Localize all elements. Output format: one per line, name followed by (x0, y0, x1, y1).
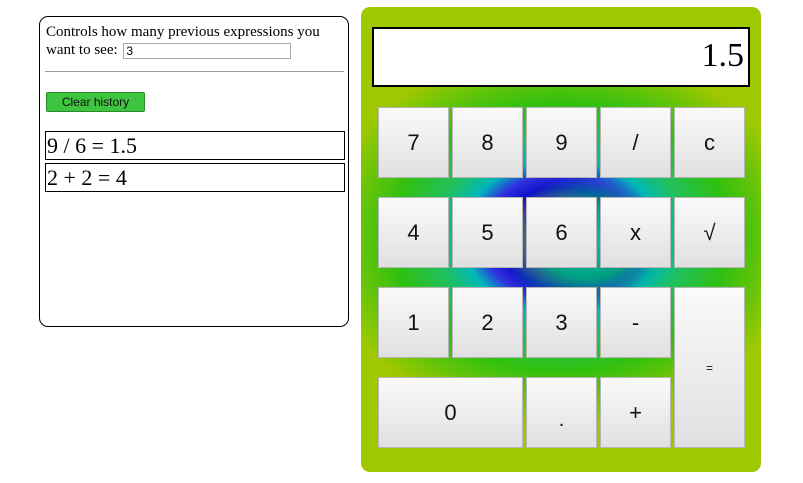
key-0[interactable]: 0 (378, 377, 523, 448)
subtract-key[interactable]: - (600, 287, 671, 358)
key-7[interactable]: 7 (378, 107, 449, 178)
key-1[interactable]: 1 (378, 287, 449, 358)
key-6[interactable]: 6 (526, 197, 597, 268)
divider (45, 71, 344, 72)
equals-key[interactable]: = (674, 287, 745, 448)
key-2[interactable]: 2 (452, 287, 523, 358)
calculator-display: 1.5 (372, 27, 750, 87)
history-list: 9 / 6 = 1.5 2 + 2 = 4 (45, 131, 345, 195)
key-8[interactable]: 8 (452, 107, 523, 178)
history-count-input[interactable] (123, 42, 292, 59)
history-entry[interactable]: 9 / 6 = 1.5 (45, 131, 345, 160)
key-3[interactable]: 3 (526, 287, 597, 358)
clear-history-button[interactable]: Clear history (46, 92, 145, 112)
history-panel: Controls how many previous expressions y… (39, 16, 349, 327)
calculator: 1.5 7 8 9 / c 4 5 6 x √ 1 2 3 - = 0 . + (361, 7, 761, 472)
key-5[interactable]: 5 (452, 197, 523, 268)
decimal-key[interactable]: . (526, 377, 597, 448)
key-9[interactable]: 9 (526, 107, 597, 178)
history-controls: Controls how many previous expressions y… (46, 23, 346, 59)
multiply-key[interactable]: x (600, 197, 671, 268)
clear-key[interactable]: c (674, 107, 745, 178)
key-4[interactable]: 4 (378, 197, 449, 268)
divide-key[interactable]: / (600, 107, 671, 178)
sqrt-key[interactable]: √ (674, 197, 745, 268)
history-entry[interactable]: 2 + 2 = 4 (45, 163, 345, 192)
add-key[interactable]: + (600, 377, 671, 448)
